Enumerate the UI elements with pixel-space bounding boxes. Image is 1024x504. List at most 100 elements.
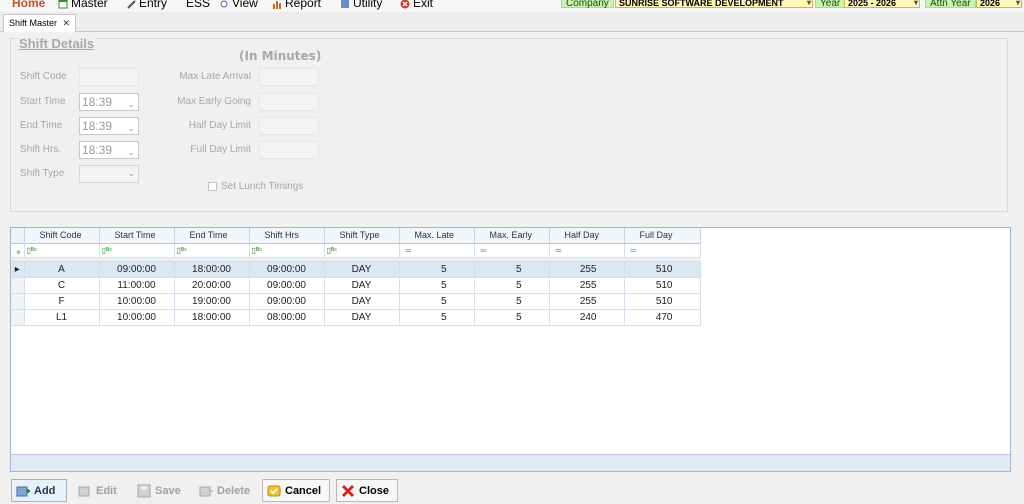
col-header-end-time[interactable]: End Time — [174, 228, 250, 244]
filter-cell[interactable]: ═ — [399, 243, 475, 258]
col-header-start-time[interactable]: Start Time — [99, 228, 175, 244]
attn-year-select[interactable]: 2026 ▾ — [976, 0, 1022, 8]
table-cell[interactable]: 510 — [624, 277, 701, 294]
shift-code-input[interactable] — [79, 68, 139, 86]
table-cell[interactable]: 5 — [474, 293, 550, 310]
table-cell[interactable]: 09:00:00 — [249, 293, 325, 310]
col-header-max-late[interactable]: Max. Late — [399, 228, 475, 244]
lunch-timings-checkbox[interactable]: Set Lunch Timings — [208, 181, 303, 192]
table-cell[interactable]: 10:00:00 — [99, 293, 175, 310]
table-cell[interactable]: 5 — [399, 277, 475, 294]
table-cell[interactable]: 09:00:00 — [249, 277, 325, 294]
filter-cell[interactable]: ▯ᴮᶜ — [174, 243, 250, 258]
table-cell[interactable]: 08:00:00 — [249, 309, 325, 326]
save-button[interactable]: Save — [132, 479, 190, 502]
add-button[interactable]: Add — [11, 479, 67, 502]
shift-hrs-picker[interactable]: 18:39 ⌄ — [79, 141, 139, 159]
table-cell[interactable]: F — [24, 293, 100, 310]
filter-equals-icon: ═ — [405, 245, 412, 255]
shift-hrs-label: Shift Hrs. — [20, 144, 62, 155]
table-cell[interactable]: 5 — [474, 261, 550, 278]
table-row[interactable]: ▸ A 09:00:00 18:00:00 09:00:00 DAY 5 5 2… — [11, 261, 701, 278]
edit-button[interactable]: Edit — [73, 479, 128, 502]
table-cell[interactable]: 10:00:00 — [99, 309, 175, 326]
filter-cell[interactable]: ═ — [624, 243, 701, 258]
filter-cell[interactable]: ▯ᴮᶜ — [324, 243, 400, 258]
filter-text-icon: ▯ᴮᶜ — [176, 245, 188, 255]
table-cell[interactable]: 470 — [624, 309, 701, 326]
cancel-button[interactable]: Cancel — [262, 479, 330, 502]
delete-button[interactable]: Delete — [194, 479, 256, 502]
menu-report[interactable]: Report — [272, 0, 321, 10]
table-cell[interactable]: 09:00:00 — [249, 261, 325, 278]
company-value: SUNRISE SOFTWARE DEVELOPMENT — [619, 0, 784, 8]
table-cell[interactable]: 240 — [549, 309, 625, 326]
filter-cell[interactable]: ═ — [549, 243, 625, 258]
menu-master[interactable]: Master — [58, 0, 108, 10]
chart-icon — [272, 0, 282, 9]
end-time-picker[interactable]: 18:39 ⌄ — [79, 117, 139, 135]
table-row[interactable]: F 10:00:00 19:00:00 09:00:00 DAY 5 5 255… — [11, 293, 701, 310]
table-cell[interactable]: 255 — [549, 261, 625, 278]
menu-exit[interactable]: Exit — [400, 0, 433, 10]
table-cell[interactable]: 255 — [549, 293, 625, 310]
table-cell[interactable]: 11:00:00 — [99, 277, 175, 294]
max-early-input[interactable] — [259, 93, 319, 111]
table-cell[interactable]: DAY — [324, 293, 400, 310]
table-cell[interactable]: 18:00:00 — [174, 309, 250, 326]
menu-home[interactable]: Home — [12, 0, 45, 10]
table-cell[interactable]: 5 — [399, 261, 475, 278]
table-cell[interactable]: 18:00:00 — [174, 261, 250, 278]
table-cell[interactable]: A — [24, 261, 100, 278]
table-cell[interactable]: 5 — [399, 293, 475, 310]
menu-master-label: Master — [71, 0, 108, 10]
close-icon[interactable]: ✕ — [62, 15, 70, 31]
table-cell[interactable]: 20:00:00 — [174, 277, 250, 294]
filter-cell[interactable]: ▯ᴮᶜ — [24, 243, 100, 258]
menu-entry[interactable]: Entry — [126, 0, 167, 10]
menu-ess[interactable]: ESS — [186, 0, 210, 10]
filter-equals-icon: ═ — [555, 245, 562, 255]
start-time-picker[interactable]: 18:39 ⌄ — [79, 93, 139, 111]
year-label: Year — [815, 0, 846, 9]
filter-cell[interactable]: ▯ᴮᶜ — [99, 243, 175, 258]
close-button[interactable]: Close — [336, 479, 398, 502]
table-cell[interactable]: 09:00:00 — [99, 261, 175, 278]
col-header-half-day[interactable]: Half Day — [549, 228, 625, 244]
checkbox-box[interactable] — [208, 182, 217, 191]
delete-label: Delete — [217, 484, 251, 497]
filter-cell[interactable]: ▯ᴮᶜ — [249, 243, 325, 258]
shift-type-select[interactable]: ⌄ — [79, 165, 139, 183]
table-cell[interactable]: C — [24, 277, 100, 294]
table-cell[interactable]: 19:00:00 — [174, 293, 250, 310]
col-header-shift-code[interactable]: Shift Code — [24, 228, 100, 244]
max-late-input[interactable] — [259, 68, 319, 86]
menu-view[interactable]: View — [219, 0, 258, 10]
filter-row-indicator: ᵩ — [11, 243, 25, 258]
col-header-shift-type[interactable]: Shift Type — [324, 228, 400, 244]
table-cell[interactable]: 255 — [549, 277, 625, 294]
menu-utility[interactable]: Utility — [340, 0, 382, 10]
filter-text-icon: ▯ᴮᶜ — [326, 245, 338, 255]
table-row[interactable]: C 11:00:00 20:00:00 09:00:00 DAY 5 5 255… — [11, 277, 701, 294]
tab-shift-master[interactable]: Shift Master ✕ — [3, 14, 76, 32]
table-cell[interactable]: 5 — [474, 277, 550, 294]
filter-cell[interactable]: ═ — [474, 243, 550, 258]
table-cell[interactable]: DAY — [324, 261, 400, 278]
row-indicator-header — [11, 228, 25, 244]
table-cell[interactable]: DAY — [324, 309, 400, 326]
year-select[interactable]: 2025 - 2026 ▾ — [844, 0, 920, 8]
half-day-input[interactable] — [259, 117, 319, 135]
full-day-input[interactable] — [259, 141, 319, 159]
company-select[interactable]: SUNRISE SOFTWARE DEVELOPMENT ▾ — [615, 0, 813, 8]
col-header-max-early[interactable]: Max. Early — [474, 228, 550, 244]
table-cell[interactable]: 510 — [624, 261, 701, 278]
table-cell[interactable]: 5 — [474, 309, 550, 326]
table-cell[interactable]: L1 — [24, 309, 100, 326]
table-cell[interactable]: 510 — [624, 293, 701, 310]
table-row[interactable]: L1 10:00:00 18:00:00 08:00:00 DAY 5 5 24… — [11, 309, 701, 326]
col-header-shift-hrs[interactable]: Shift Hrs — [249, 228, 325, 244]
col-header-full-day[interactable]: Full Day — [624, 228, 701, 244]
table-cell[interactable]: 5 — [399, 309, 475, 326]
table-cell[interactable]: DAY — [324, 277, 400, 294]
